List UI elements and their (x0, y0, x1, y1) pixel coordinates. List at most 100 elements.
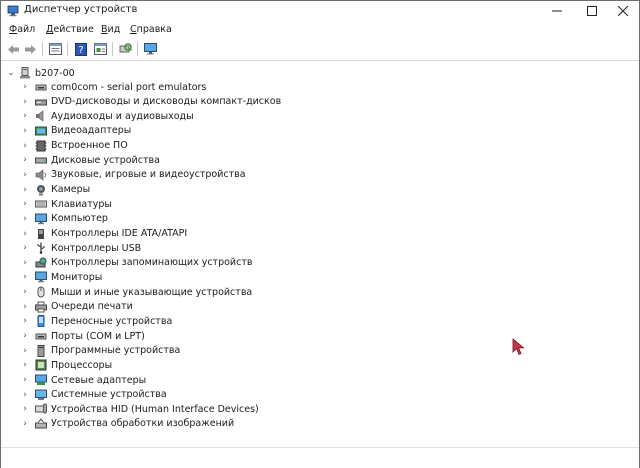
tree-category-item[interactable]: › Звуковые, игровые и видеоустройства (21, 168, 246, 182)
menu-action[interactable]: Действие (46, 24, 94, 35)
chevron-right-icon[interactable]: › (21, 402, 29, 416)
toolbar-separator (67, 42, 68, 56)
portable-device-icon (35, 315, 47, 328)
tree-category-item[interactable]: › Переносные устройства (21, 314, 172, 328)
imaging-device-icon (35, 418, 47, 430)
chevron-right-icon[interactable]: › (21, 285, 29, 299)
chevron-down-icon[interactable]: ⌄ (7, 66, 15, 80)
computer-icon (35, 213, 47, 225)
ide-controller-icon (35, 228, 47, 240)
chevron-right-icon[interactable]: › (21, 417, 29, 431)
tree-category-item[interactable]: › com0com - serial port emulators (21, 80, 206, 94)
printer-icon (35, 301, 47, 313)
chevron-right-icon[interactable]: › (21, 329, 29, 343)
chevron-right-icon[interactable]: › (21, 344, 29, 358)
tree-root[interactable]: ⌄ b207-00 (7, 66, 75, 80)
update-driver-button[interactable] (93, 42, 107, 56)
tree-category-item[interactable]: › Контроллеры запоминающих устройств (21, 256, 252, 270)
tree-category-item[interactable]: › Клавиатуры (21, 197, 112, 211)
display-adapter-icon (35, 125, 47, 137)
speaker-icon (35, 110, 47, 122)
menu-file[interactable]: Файл (9, 24, 35, 35)
chevron-right-icon[interactable]: › (21, 124, 29, 138)
chevron-right-icon[interactable]: › (21, 109, 29, 123)
menu-view[interactable]: Вид (101, 24, 120, 35)
chevron-right-icon[interactable]: › (21, 300, 29, 314)
chevron-right-icon[interactable]: › (21, 212, 29, 226)
tree-category-item[interactable]: › Мыши и иные указывающие устройства (21, 285, 252, 299)
tree-category-item[interactable]: › Дисковые устройства (21, 153, 160, 167)
tree-category-item[interactable]: › Камеры (21, 183, 90, 197)
tree-category-item[interactable]: › Порты (COM и LPT) (21, 329, 145, 343)
chevron-right-icon[interactable]: › (21, 373, 29, 387)
maximize-button[interactable] (576, 1, 608, 21)
tree-category-item[interactable]: › Процессоры (21, 358, 112, 372)
help-button[interactable]: ? (74, 42, 88, 56)
close-button[interactable] (607, 1, 639, 21)
tree-category-item[interactable]: › Компьютер (21, 212, 108, 226)
keyboard-icon (35, 198, 47, 210)
chevron-right-icon[interactable]: › (21, 139, 29, 153)
chevron-right-icon[interactable]: › (21, 358, 29, 372)
chevron-right-icon[interactable]: › (21, 388, 29, 402)
tree-category-item[interactable]: › Устройства обработки изображений (21, 417, 234, 431)
scan-hardware-button[interactable] (118, 42, 132, 56)
back-button[interactable] (6, 42, 20, 56)
tree-category-label: Контроллеры запоминающих устройств (51, 257, 253, 269)
chevron-right-icon[interactable]: › (21, 95, 29, 109)
minimize-button[interactable] (541, 1, 573, 21)
chevron-right-icon[interactable]: › (21, 80, 29, 94)
tree-category-item[interactable]: › Сетевые адаптеры (21, 373, 146, 387)
device-tree[interactable]: ⌄ b207-00 › com0com - serial port emulato… (1, 61, 639, 446)
tree-category-label: Видеоадаптеры (51, 125, 132, 137)
menu-help[interactable]: Справка (130, 24, 172, 35)
tree-category-item[interactable]: › Программные устройства (21, 344, 180, 358)
chevron-right-icon[interactable]: › (21, 270, 29, 284)
properties-button[interactable] (48, 42, 62, 56)
help-icon: ? (75, 42, 87, 56)
show-devices-button[interactable] (143, 42, 157, 56)
tree-category-item[interactable]: › DVD-дисководы и дисководы компакт-диско… (21, 95, 281, 109)
network-adapter-icon (35, 374, 47, 386)
firmware-icon (35, 140, 47, 152)
menu-file-mnemonic: Ф (9, 24, 18, 35)
chevron-right-icon[interactable]: › (21, 197, 29, 211)
tree-category-item[interactable]: › Аудиовходы и аудиовыходы (21, 109, 194, 123)
forward-button[interactable] (23, 42, 37, 56)
chevron-right-icon[interactable]: › (21, 227, 29, 241)
chevron-right-icon[interactable]: › (21, 256, 29, 270)
menu-help-mnemonic: С (130, 24, 137, 35)
svg-text:?: ? (78, 45, 83, 56)
tree-category-item[interactable]: › Видеоадаптеры (21, 124, 131, 138)
tree-category-label: Дисковые устройства (51, 154, 160, 166)
tree-category-label: Клавиатуры (51, 198, 112, 210)
tree-category-item[interactable]: › Контроллеры IDE ATA/ATAPI (21, 227, 187, 241)
chevron-right-icon[interactable]: › (21, 183, 29, 197)
menu-bar: Файл Действие Вид Справка (1, 22, 639, 38)
tree-category-label: Звуковые, игровые и видеоустройства (51, 169, 246, 181)
toolbar: ? (1, 38, 639, 61)
tree-category-label: Процессоры (51, 359, 113, 371)
chevron-right-icon[interactable]: › (21, 168, 29, 182)
tree-category-item[interactable]: › Мониторы (21, 270, 102, 284)
storage-controller-icon (35, 257, 47, 269)
processor-icon (35, 359, 47, 371)
tree-category-item[interactable]: › Встроенное ПО (21, 139, 128, 153)
chevron-right-icon[interactable]: › (21, 153, 29, 167)
chevron-right-icon[interactable]: › (21, 241, 29, 255)
tree-category-label: Устройства обработки изображений (51, 418, 235, 430)
close-icon (618, 6, 628, 16)
tree-category-item[interactable]: › Устройства HID (Human Interface Devices… (21, 402, 259, 416)
system-device-icon (35, 389, 47, 401)
disk-drive-icon (35, 154, 47, 166)
chevron-right-icon[interactable]: › (21, 314, 29, 328)
tree-category-label: Мыши и иные указывающие устройства (51, 286, 253, 298)
device-manager-app-icon (7, 5, 19, 17)
tree-category-label: Контроллеры USB (51, 242, 142, 254)
title-bar[interactable]: Диспетчер устройств (1, 1, 639, 21)
tree-category-item[interactable]: › Системные устройства (21, 388, 167, 402)
tree-category-item[interactable]: › Контроллеры USB (21, 241, 141, 255)
port-icon (35, 81, 47, 93)
usb-icon (35, 242, 47, 254)
tree-category-item[interactable]: › Очереди печати (21, 300, 133, 314)
